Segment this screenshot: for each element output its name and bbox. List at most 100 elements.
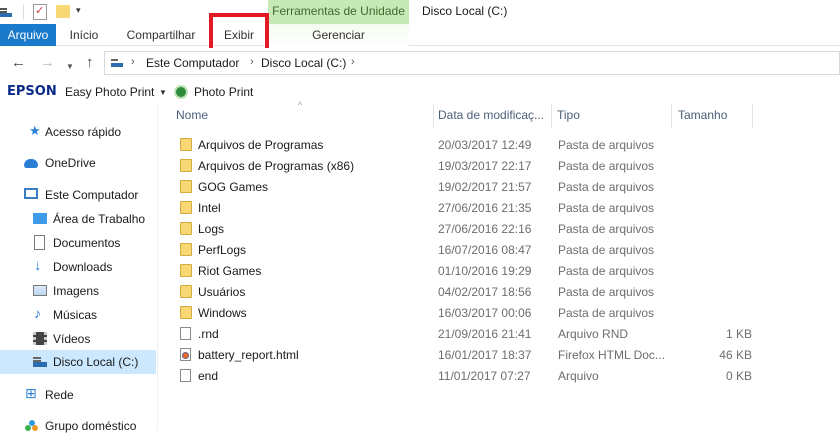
file-type: Pasta de arquivos	[558, 159, 655, 173]
file-type: Pasta de arquivos	[558, 264, 655, 278]
file-list: ^ Nome Data de modificaç... Tipo Tamanho…	[160, 100, 840, 430]
file-name: Intel	[198, 201, 221, 215]
table-row[interactable]: end 11/01/2017 07:27 Arquivo 0 KB	[172, 365, 752, 386]
column-header-nome[interactable]: Nome	[172, 104, 434, 126]
breadcrumb-disco-local[interactable]: Disco Local (C:)	[261, 56, 346, 70]
recent-locations-chevron-icon[interactable]: ▼	[66, 59, 74, 75]
file-icon	[180, 327, 191, 340]
file-name: Arquivos de Programas	[198, 138, 324, 152]
file-date-modified: 21/09/2016 21:41	[438, 327, 532, 341]
breadcrumb-chevron-icon[interactable]: ›	[250, 56, 254, 68]
tab-exibir[interactable]: Exibir	[210, 24, 268, 46]
file-date-modified: 01/10/2016 19:29	[438, 264, 532, 278]
nav-item-rede[interactable]: ⊞ Rede	[0, 383, 156, 407]
nav-item-label: Músicas	[53, 308, 98, 322]
file-date-modified: 27/06/2016 21:35	[438, 201, 532, 215]
breadcrumb-chevron-icon[interactable]: ›	[131, 56, 135, 68]
properties-icon[interactable]	[33, 4, 47, 20]
column-header-data[interactable]: Data de modificaç...	[434, 104, 551, 126]
photo-print-button[interactable]: Photo Print	[194, 85, 253, 99]
table-row[interactable]: battery_report.html 16/01/2017 18:37 Firef…	[172, 344, 752, 365]
table-row[interactable]: Logs 27/06/2016 22:16 Pasta de arquivos	[172, 218, 752, 239]
folder-icon	[180, 285, 192, 298]
tab-inicio[interactable]: Início	[56, 24, 112, 46]
download-icon: ↓	[34, 257, 42, 274]
tab-compartilhar[interactable]: Compartilhar	[112, 24, 210, 46]
nav-item-area-de-trabalho[interactable]: Área de Trabalho	[0, 207, 156, 231]
star-icon: ★	[29, 123, 41, 138]
nav-item-grupo-domestico[interactable]: Grupo doméstico	[0, 414, 156, 438]
breadcrumb-este-computador[interactable]: Este Computador	[146, 56, 239, 70]
pane-divider[interactable]	[157, 104, 158, 430]
file-name: Windows	[198, 306, 247, 320]
nav-item-label: Este Computador	[45, 188, 139, 202]
new-folder-icon[interactable]	[56, 5, 70, 18]
nav-item-downloads[interactable]: ↓ Downloads	[0, 255, 156, 279]
folder-icon	[180, 180, 192, 193]
table-row[interactable]: Arquivos de Programas (x86) 19/03/2017 22…	[172, 155, 752, 176]
file-type: Firefox HTML Doc...	[558, 348, 665, 362]
homegroup-icon	[25, 420, 39, 432]
nav-item-label: Disco Local (C:)	[53, 355, 139, 369]
drive-icon	[33, 357, 47, 367]
folder-icon	[180, 306, 192, 319]
table-row[interactable]: GOG Games 19/02/2017 21:57 Pasta de arquiv…	[172, 176, 752, 197]
document-icon	[34, 235, 45, 250]
folder-icon	[180, 264, 192, 277]
up-arrow-icon[interactable]: ↑	[86, 55, 94, 71]
music-icon: ♪	[34, 305, 41, 321]
nav-item-documentos[interactable]: Documentos	[0, 231, 156, 255]
easy-photo-print-button[interactable]: Easy Photo Print	[65, 85, 154, 99]
table-row[interactable]: PerfLogs 16/07/2016 08:47 Pasta de arquivo…	[172, 239, 752, 260]
table-row[interactable]: Windows 16/03/2017 00:06 Pasta de arquivos	[172, 302, 752, 323]
tab-gerenciar[interactable]: Gerenciar	[268, 24, 409, 46]
tab-arquivo[interactable]: Arquivo	[0, 24, 56, 46]
folder-icon	[180, 138, 192, 151]
file-date-modified: 20/03/2017 12:49	[438, 138, 532, 152]
nav-item-imagens[interactable]: Imagens	[0, 279, 156, 303]
column-header-tamanho[interactable]: Tamanho	[674, 104, 752, 126]
nav-item-label: Documentos	[53, 236, 121, 250]
nav-item-label: OneDrive	[45, 156, 96, 170]
column-header-tipo[interactable]: Tipo	[553, 104, 671, 126]
column-divider[interactable]	[752, 104, 753, 128]
window-title: Disco Local (C:)	[422, 4, 508, 18]
nav-item-este-computador[interactable]: Este Computador	[0, 183, 156, 207]
folder-icon	[180, 201, 192, 214]
file-date-modified: 16/07/2016 08:47	[438, 243, 532, 257]
file-name: end	[198, 369, 219, 383]
back-arrow-icon[interactable]: ←	[11, 55, 26, 71]
breadcrumb-chevron-icon[interactable]: ›	[351, 56, 355, 68]
nav-item-label: Downloads	[53, 260, 113, 274]
table-row[interactable]: Intel 27/06/2016 21:35 Pasta de arquivos	[172, 197, 752, 218]
nav-item-videos[interactable]: Vídeos	[0, 327, 156, 351]
table-row[interactable]: .rnd 21/09/2016 21:41 Arquivo RND 1 KB	[172, 323, 752, 344]
folder-icon	[180, 159, 192, 172]
file-date-modified: 16/03/2017 00:06	[438, 306, 532, 320]
table-row[interactable]: Usuários 04/02/2017 18:56 Pasta de arquivo…	[172, 281, 752, 302]
nav-item-disco-local[interactable]: Disco Local (C:)	[0, 350, 156, 374]
navigation-pane: ★ Acesso rápido OneDrive Este Computador…	[0, 104, 160, 433]
file-name: Usuários	[198, 285, 246, 299]
folder-icon	[180, 222, 192, 235]
nav-item-onedrive[interactable]: OneDrive	[0, 151, 156, 175]
address-bar[interactable]: › Este Computador › Disco Local (C:) ›	[104, 51, 840, 75]
table-row[interactable]: Riot Games 01/10/2016 19:29 Pasta de arqui…	[172, 260, 752, 281]
toolbar-divider	[23, 4, 24, 20]
drive-icon	[111, 58, 123, 68]
nav-item-label: Vídeos	[53, 332, 91, 346]
column-divider[interactable]	[551, 104, 552, 128]
customize-toolbar-chevron-icon[interactable]: ▾	[76, 5, 81, 16]
table-row[interactable]: Arquivos de Programas 20/03/2017 12:49 Pas…	[172, 134, 752, 155]
file-date-modified: 04/02/2017 18:56	[438, 285, 532, 299]
forward-arrow-icon[interactable]: →	[40, 55, 55, 71]
nav-item-acesso-rapido[interactable]: ★ Acesso rápido	[0, 120, 156, 144]
file-name: GOG Games	[198, 180, 269, 194]
easy-photo-print-dropdown-icon[interactable]: ▼	[159, 88, 167, 97]
column-divider[interactable]	[671, 104, 672, 128]
file-type: Pasta de arquivos	[558, 201, 655, 215]
file-date-modified: 19/03/2017 22:17	[438, 159, 532, 173]
file-type: Pasta de arquivos	[558, 180, 655, 194]
nav-item-musicas[interactable]: ♪ Músicas	[0, 303, 156, 327]
desktop-icon	[33, 213, 47, 224]
